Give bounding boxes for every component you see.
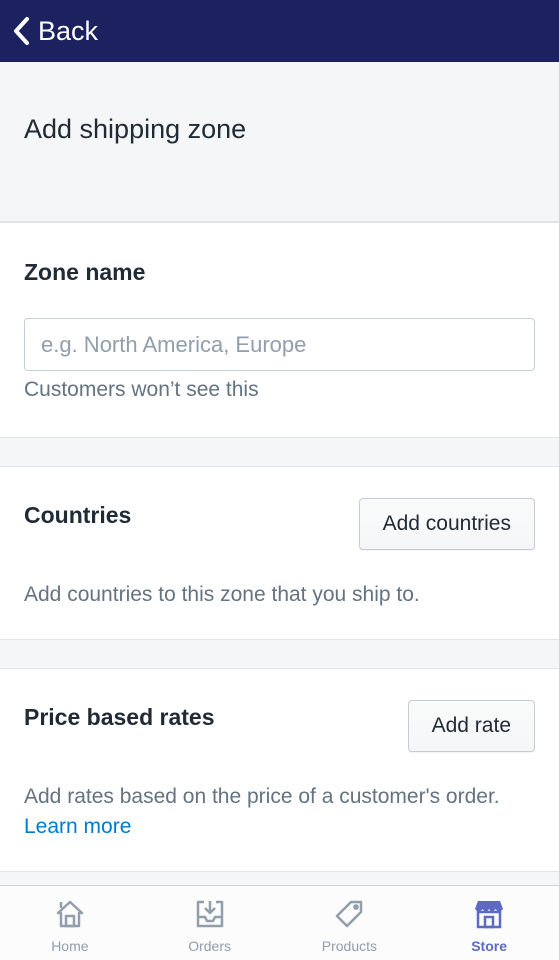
learn-more-link[interactable]: Learn more (24, 815, 131, 838)
home-icon (56, 900, 84, 928)
tag-icon (336, 900, 363, 928)
zone-name-input[interactable] (24, 318, 535, 371)
page-title: Add shipping zone (24, 114, 247, 144)
tab-products-label: Products (321, 938, 377, 954)
countries-title: Countries (24, 502, 132, 528)
tab-orders-label: Orders (188, 938, 232, 954)
tab-store[interactable]: Store (419, 886, 559, 960)
tab-store-label: Store (471, 938, 508, 954)
tab-products[interactable]: Products (280, 886, 420, 960)
price-rates-title: Price based rates (24, 704, 215, 730)
bottom-tab-bar: Home Orders Products Store (0, 885, 559, 960)
store-icon (475, 901, 504, 929)
tab-home[interactable]: Home (0, 886, 140, 960)
back-label: Back (38, 15, 99, 46)
zone-name-title: Zone name (24, 259, 146, 285)
countries-description: Add countries to this zone that you ship… (24, 583, 420, 606)
orders-icon (196, 900, 223, 928)
add-countries-button[interactable]: Add countries (358, 498, 535, 550)
chevron-left-icon (14, 17, 29, 45)
top-nav-bar: Back (0, 0, 559, 62)
price-rates-description: Add rates based on the price of a custom… (24, 782, 535, 842)
back-button[interactable]: Back (12, 16, 98, 47)
countries-card: Countries Add countries Add countries to… (0, 466, 559, 640)
zone-name-card: Zone name Customers won’t see this (0, 222, 559, 438)
tab-orders[interactable]: Orders (140, 886, 280, 960)
add-rate-button[interactable]: Add rate (407, 700, 535, 752)
price-rates-description-text: Add rates based on the price of a custom… (24, 785, 500, 808)
tab-home-label: Home (51, 938, 89, 954)
zone-name-help-text: Customers won’t see this (24, 378, 259, 401)
page-header: Add shipping zone (0, 62, 559, 222)
price-rates-card: Price based rates Add rate Add rates bas… (0, 668, 559, 872)
